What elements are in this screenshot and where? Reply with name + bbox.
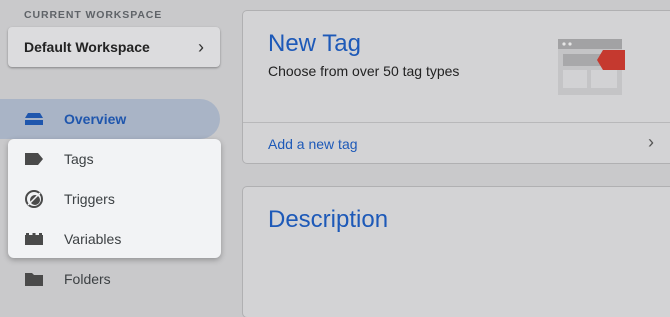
sidebar: CURRENT WORKSPACE Default Workspace › Ov… [0, 0, 228, 298]
folder-icon [24, 269, 44, 289]
new-tag-card: New Tag Choose from over 50 tag types Ad… [243, 11, 670, 163]
sidebar-item-tags[interactable]: Tags [0, 139, 220, 179]
overview-icon [24, 109, 44, 129]
workspace-selector[interactable]: Default Workspace › [8, 27, 220, 67]
variables-icon [24, 229, 44, 249]
tag-icon [24, 149, 44, 169]
sidebar-item-triggers[interactable]: Triggers [0, 179, 220, 219]
description-title: Description [268, 206, 389, 233]
chevron-right-icon: › [198, 37, 204, 57]
sidebar-item-overview[interactable]: Overview [0, 99, 220, 139]
workspace-name: Default Workspace [24, 39, 150, 55]
tag-illustration-icon [558, 39, 625, 95]
add-new-tag-link[interactable]: Add a new tag › [243, 123, 670, 163]
sidebar-item-label: Tags [64, 151, 94, 167]
sidebar-item-label: Variables [64, 231, 122, 247]
sidebar-item-label: Overview [64, 111, 127, 127]
workspace-label: CURRENT WORKSPACE [24, 9, 163, 21]
sidebar-item-label: Triggers [64, 191, 115, 207]
sidebar-item-variables[interactable]: Variables [0, 219, 220, 259]
chevron-right-icon: › [648, 132, 654, 152]
sidebar-item-label: Folders [64, 271, 111, 287]
sidebar-item-folders[interactable]: Folders [0, 259, 220, 299]
new-tag-title: New Tag [268, 30, 361, 57]
trigger-icon [24, 189, 44, 209]
add-new-tag-label: Add a new tag [268, 136, 358, 152]
new-tag-subtitle: Choose from over 50 tag types [268, 63, 460, 79]
